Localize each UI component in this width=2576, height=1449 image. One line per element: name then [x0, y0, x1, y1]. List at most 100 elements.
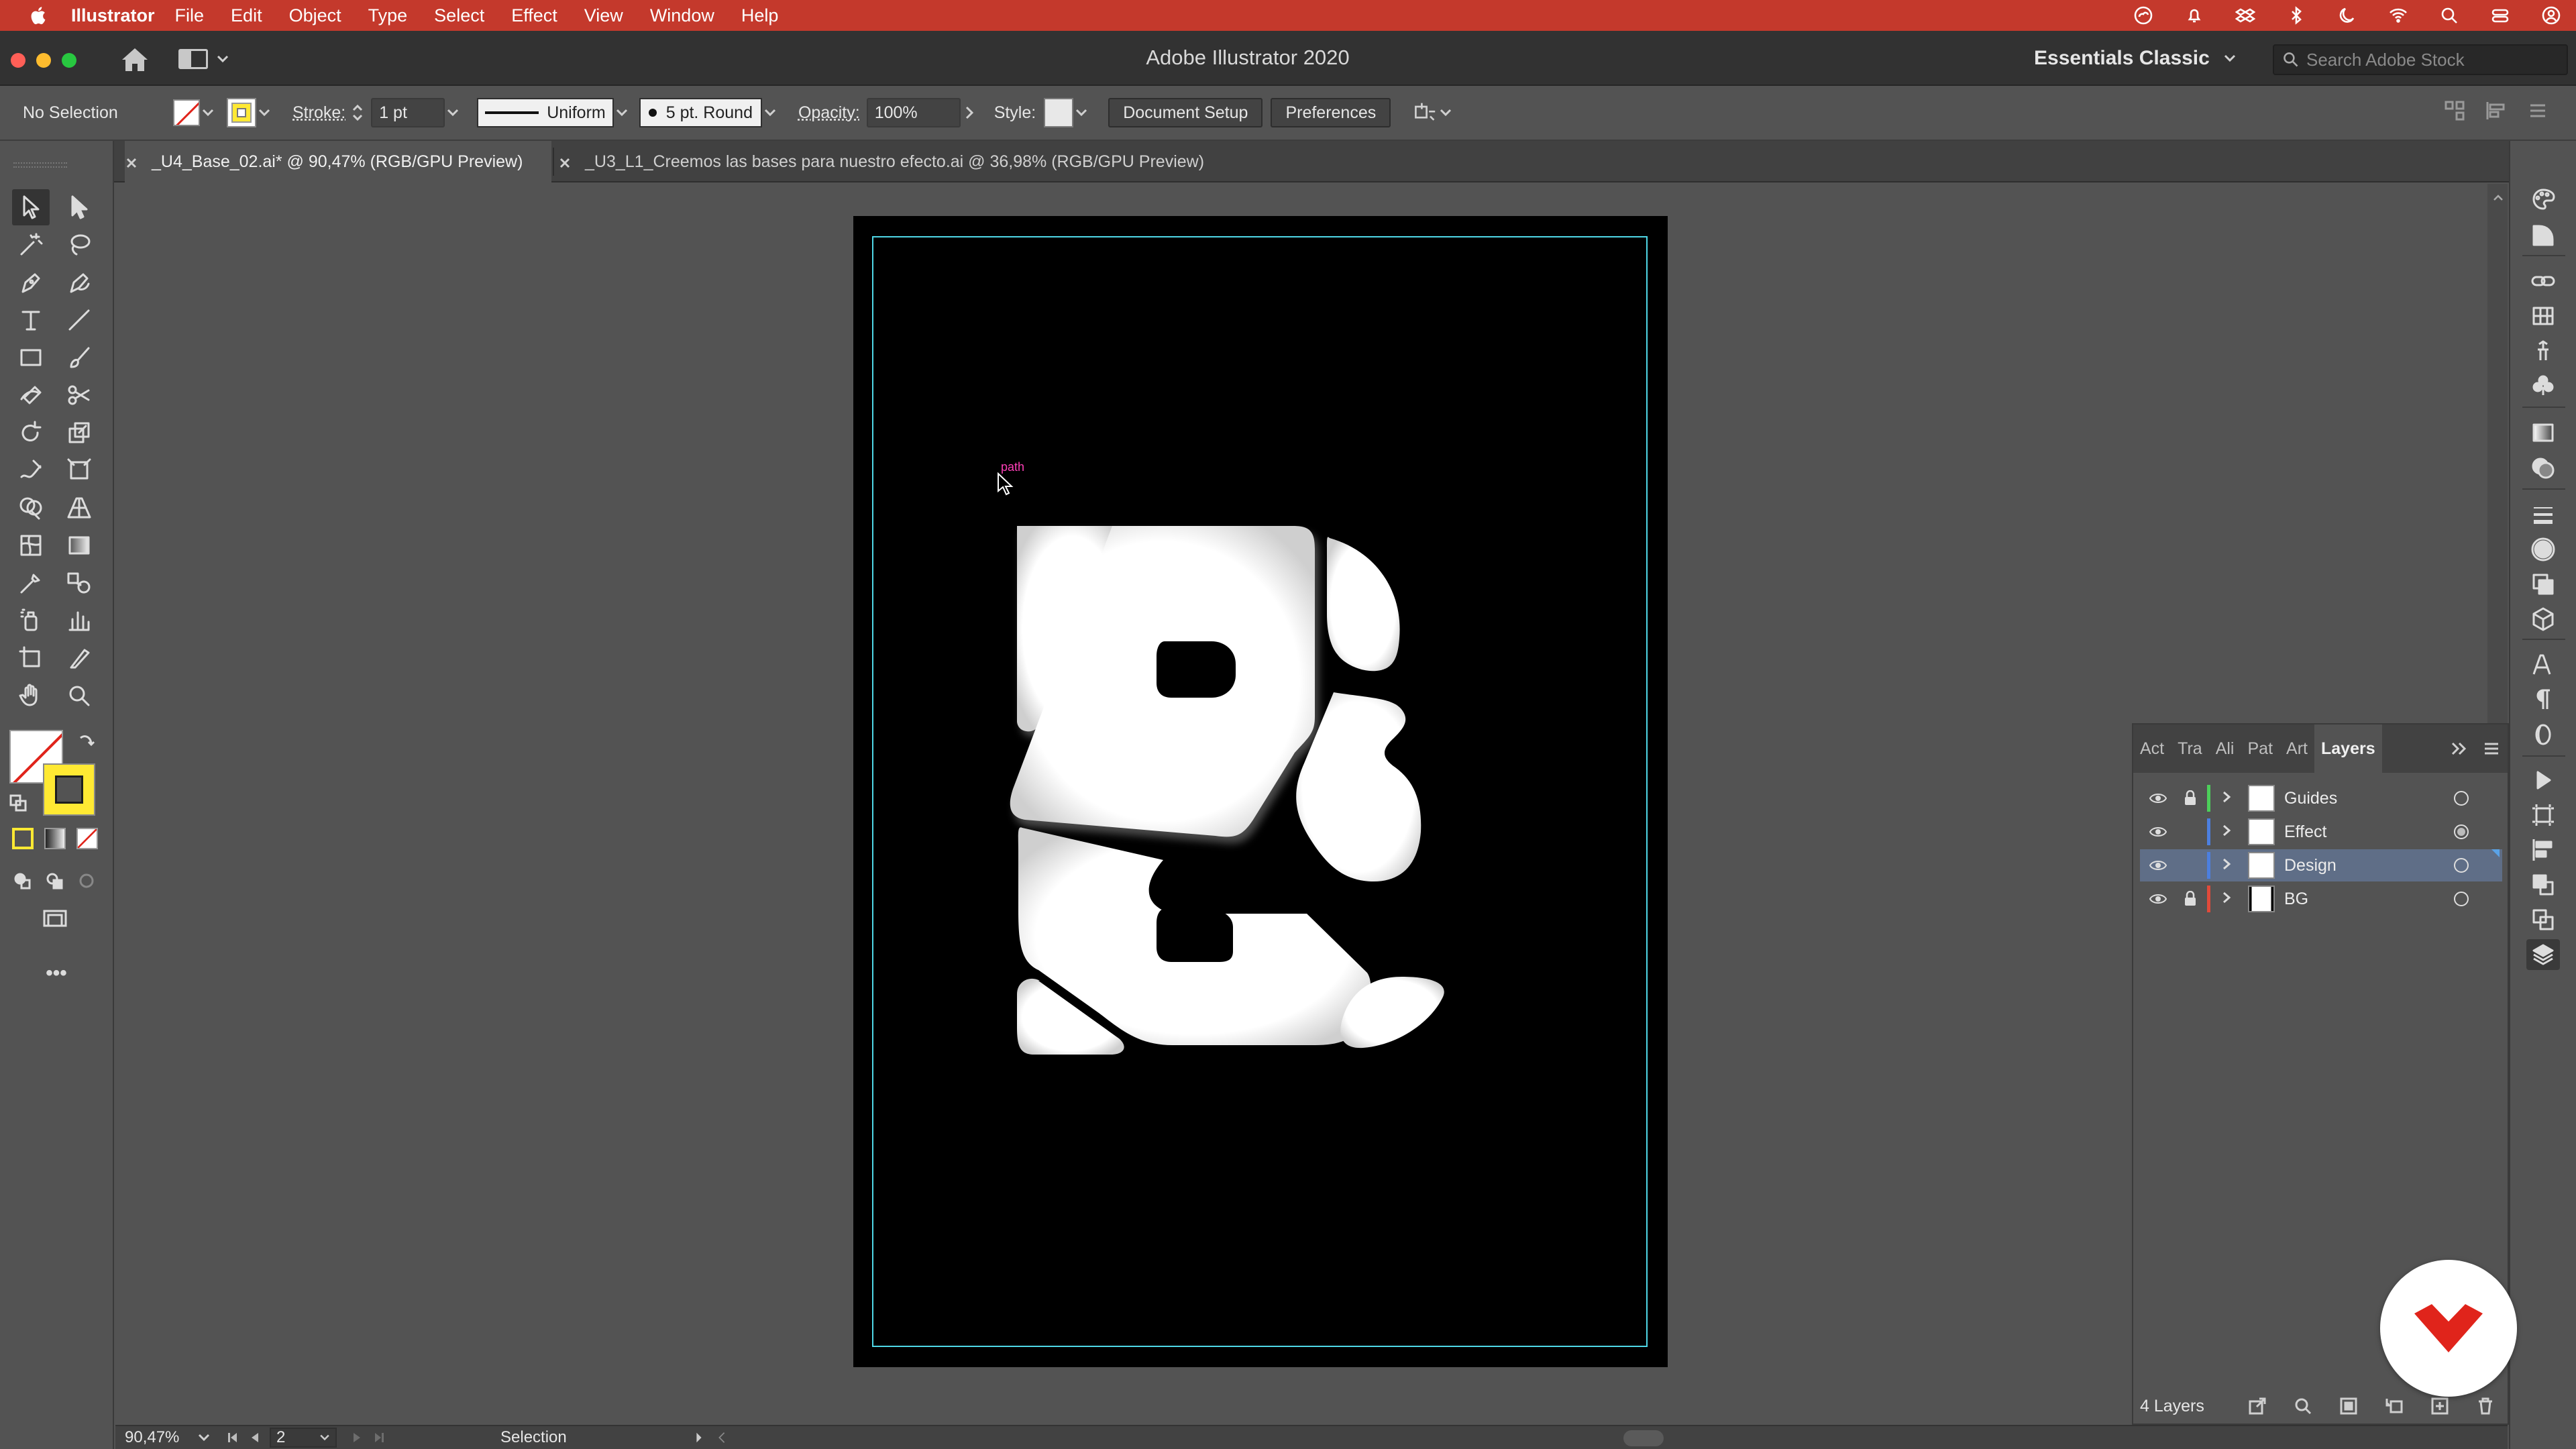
graphic-style-swatch[interactable]	[1044, 98, 1074, 127]
notification-icon[interactable]	[2183, 4, 2206, 27]
opacity-field[interactable]: 100%	[866, 98, 961, 127]
layers-panel-icon[interactable]	[2526, 939, 2560, 970]
lock-icon[interactable]	[2182, 790, 2199, 806]
moon-icon[interactable]	[2336, 4, 2359, 27]
export-icon[interactable]	[2247, 1396, 2267, 1416]
zoom-tool-icon[interactable]	[60, 678, 98, 714]
menu-type[interactable]: Type	[368, 5, 408, 26]
new-layer-icon[interactable]	[2430, 1396, 2450, 1416]
expand-chevron-icon[interactable]	[2221, 789, 2235, 808]
tab-align[interactable]: Ali	[2209, 724, 2241, 773]
tab-actions[interactable]: Act	[2133, 724, 2171, 773]
opacity-slider-toggle[interactable]	[961, 98, 978, 127]
stroke-label[interactable]: Stroke:	[292, 103, 345, 123]
layer-row-effect[interactable]: Effect	[2140, 816, 2502, 848]
brush-definition[interactable]: 5 pt. Round	[639, 98, 762, 127]
close-icon[interactable]	[558, 155, 572, 168]
default-fill-stroke-icon[interactable]	[8, 793, 28, 813]
transparency-icon[interactable]	[2526, 452, 2560, 483]
pathfinder-icon[interactable]	[2526, 869, 2560, 900]
expand-chevron-icon[interactable]	[2221, 856, 2235, 875]
target-circle-icon[interactable]	[2454, 824, 2469, 839]
wifi-icon[interactable]	[2387, 4, 2410, 27]
line-tool-icon[interactable]	[60, 302, 98, 338]
menu-view[interactable]: View	[584, 5, 623, 26]
scroll-left-icon[interactable]	[718, 1432, 726, 1444]
previous-artboard-icon[interactable]	[248, 1431, 262, 1444]
bluetooth-icon[interactable]	[2285, 4, 2308, 27]
first-artboard-icon[interactable]	[225, 1431, 239, 1444]
tab-transform[interactable]: Tra	[2171, 724, 2209, 773]
document-setup-button[interactable]: Document Setup	[1108, 98, 1263, 127]
search-icon[interactable]	[2438, 4, 2461, 27]
symbols-icon[interactable]	[2526, 370, 2560, 401]
variable-width-profile[interactable]: Uniform	[477, 98, 614, 127]
zoom-level-field[interactable]: 90,47%	[125, 1424, 212, 1449]
fill-dropdown[interactable]	[200, 99, 216, 126]
eyedropper-icon[interactable]	[12, 565, 50, 601]
lasso-icon[interactable]	[60, 227, 98, 263]
workspace-switcher[interactable]: Essentials Classic	[2034, 43, 2238, 74]
control-center-icon[interactable]	[2489, 4, 2512, 27]
make-clipping-mask-icon[interactable]	[2339, 1396, 2359, 1416]
arrange-dropdown[interactable]	[1438, 99, 1454, 126]
dropbox-icon[interactable]	[2234, 4, 2257, 27]
stroke-weight-field[interactable]: 1 pt	[371, 98, 445, 127]
apple-icon[interactable]	[23, 0, 52, 31]
menu-window[interactable]: Window	[650, 5, 714, 26]
hand-tool-icon[interactable]	[12, 678, 50, 714]
profile-dropdown[interactable]	[614, 99, 630, 126]
tab-u3-l1-creemos[interactable]: _U3_L1_Creemos las bases para nuestro ef…	[554, 141, 1204, 182]
transform-panel-icon[interactable]	[2526, 800, 2560, 830]
menu-help[interactable]: Help	[741, 5, 779, 26]
panel-menu-icon[interactable]	[2526, 99, 2549, 127]
paragraph-icon[interactable]	[2526, 684, 2560, 715]
panel-menu-icon[interactable]	[2482, 739, 2501, 758]
mesh-tool-icon[interactable]	[12, 527, 50, 564]
preferences-button[interactable]: Preferences	[1271, 98, 1391, 127]
rectangle-tool-icon[interactable]	[12, 339, 50, 376]
arrange-icon[interactable]	[1411, 99, 1438, 126]
direct-selection-tool-icon[interactable]	[60, 189, 98, 225]
tab-layers[interactable]: Layers	[2314, 724, 2382, 773]
trash-icon[interactable]	[2475, 1396, 2496, 1416]
shape-builder-icon[interactable]	[12, 490, 50, 526]
last-artboard-icon[interactable]	[373, 1431, 386, 1444]
menu-effect[interactable]: Effect	[511, 5, 557, 26]
actions-play-icon[interactable]	[2526, 765, 2560, 796]
stroke-panel-icon[interactable]	[2526, 499, 2560, 530]
appearance-icon[interactable]	[2526, 534, 2560, 565]
scissors-icon[interactable]	[60, 377, 98, 413]
slice-tool-icon[interactable]	[60, 640, 98, 676]
user-icon[interactable]	[2540, 4, 2563, 27]
opacity-label[interactable]: Opacity:	[798, 103, 860, 123]
layer-row-design[interactable]: Design	[2140, 849, 2502, 881]
free-transform-icon[interactable]	[60, 452, 98, 488]
blend-tool-icon[interactable]	[60, 565, 98, 601]
stroke-color-dropdown[interactable]	[256, 99, 272, 126]
more-tools-icon[interactable]: •••	[42, 962, 71, 984]
menu-select[interactable]: Select	[434, 5, 484, 26]
swatches-icon[interactable]	[2526, 301, 2560, 331]
3d-material-icon[interactable]	[2526, 604, 2560, 635]
brush-dropdown[interactable]	[762, 99, 778, 126]
rotate-tool-icon[interactable]	[12, 415, 50, 451]
scroll-up-icon[interactable]	[2493, 192, 2504, 203]
gradient-panel-icon[interactable]	[2526, 417, 2560, 448]
links-icon[interactable]	[2526, 266, 2560, 297]
visibility-eye-icon[interactable]	[2148, 792, 2168, 804]
graphic-styles-icon[interactable]	[2526, 569, 2560, 600]
color-guide-icon[interactable]	[2526, 220, 2560, 251]
artboards-panel-icon[interactable]	[2526, 904, 2560, 935]
screen-mode-icon[interactable]	[40, 908, 70, 928]
graph-tool-icon[interactable]	[60, 602, 98, 639]
draw-inside-icon[interactable]	[76, 871, 97, 891]
perspective-grid-icon[interactable]	[60, 490, 98, 526]
color-mode-button[interactable]	[12, 828, 34, 849]
curvature-tool-icon[interactable]	[60, 264, 98, 301]
visibility-eye-icon[interactable]	[2148, 859, 2168, 871]
graphic-style-dropdown[interactable]	[1073, 99, 1089, 126]
stock-search-input[interactable]	[2306, 49, 2548, 70]
stroke-swatch[interactable]	[227, 98, 256, 127]
horizontal-scroll-thumb[interactable]	[1623, 1430, 1664, 1446]
